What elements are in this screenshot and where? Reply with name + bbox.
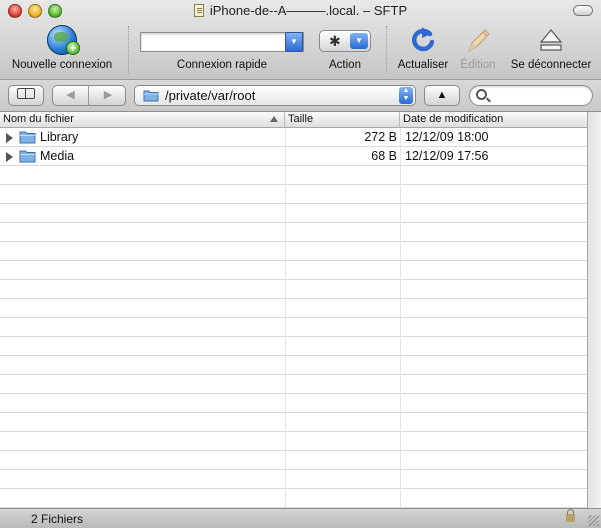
disconnect-button[interactable]: Se déconnecter: [506, 22, 596, 78]
new-connection-label: Nouvelle connexion: [11, 59, 113, 71]
toolbar-separator: [386, 26, 387, 74]
back-forward-control: ◀ ▶: [52, 85, 126, 106]
edit-button[interactable]: Édition: [456, 22, 500, 78]
file-size: 272 B: [364, 130, 397, 144]
gear-icon: ✱: [329, 33, 341, 49]
column-header-size[interactable]: Taille: [285, 112, 400, 128]
parent-directory-button[interactable]: ▲: [424, 85, 460, 106]
edit-label: Édition: [460, 59, 496, 71]
table-header: Nom du fichier Taille Date de modificati…: [0, 112, 587, 128]
column-size-label: Taille: [288, 113, 314, 125]
forward-button[interactable]: ▶: [90, 86, 126, 105]
search-field[interactable]: [469, 85, 593, 106]
folder-icon: [19, 131, 36, 144]
title-bar[interactable]: iPhone-de--A———.local. – SFTP: [0, 0, 601, 22]
file-size: 68 B: [371, 149, 397, 163]
plus-badge-icon: +: [66, 41, 80, 55]
action-label: Action: [329, 59, 361, 71]
table-row[interactable]: Library 272 B 12/12/09 18:00: [0, 128, 587, 147]
column-header-name[interactable]: Nom du fichier: [0, 112, 285, 128]
file-list[interactable]: Nom du fichier Taille Date de modificati…: [0, 112, 587, 508]
status-text: 2 Fichiers: [31, 512, 84, 526]
action-menu-button[interactable]: ✱ ▼: [319, 30, 371, 52]
pencil-icon: [468, 29, 490, 53]
window-title-wrap: iPhone-de--A———.local. – SFTP: [0, 3, 601, 18]
navigation-bar: ◀ ▶ /private/var/root ▲ ▼ ▲: [0, 80, 601, 112]
back-button[interactable]: ◀: [53, 86, 89, 105]
toolbar-toggle-button[interactable]: [573, 5, 593, 16]
up-down-arrows-icon: ▲ ▼: [399, 87, 413, 104]
refresh-label: Actualiser: [397, 59, 449, 71]
chevron-down-icon: ▼: [350, 33, 368, 49]
file-name: Media: [40, 149, 75, 163]
disclosure-triangle-icon[interactable]: [6, 152, 13, 162]
eject-icon: [539, 29, 563, 51]
document-icon: [193, 4, 204, 17]
quick-connect-label: Connexion rapide: [176, 59, 268, 71]
column-name-label: Nom du fichier: [3, 113, 74, 125]
search-icon: [476, 89, 487, 100]
disclosure-triangle-icon[interactable]: [6, 133, 13, 143]
resize-handle[interactable]: [588, 515, 599, 526]
file-date: 12/12/09 18:00: [405, 130, 489, 144]
quick-connect-input[interactable]: [140, 32, 304, 52]
quick-connect-dropdown-button[interactable]: ▼: [285, 32, 303, 52]
toolbar: + Nouvelle connexion Connexion rapide ▼ …: [0, 22, 601, 80]
table-row[interactable]: Media 68 B 12/12/09 17:56: [0, 147, 587, 166]
window-chrome: iPhone-de--A———.local. – SFTP + Nouvelle…: [0, 0, 601, 80]
sort-ascending-icon: [270, 116, 278, 122]
status-bar: 2 Fichiers: [0, 508, 601, 528]
bookmarks-button[interactable]: [8, 85, 44, 106]
refresh-icon: [412, 27, 435, 52]
folder-icon: [143, 90, 159, 102]
column-divider: [400, 128, 401, 508]
disconnect-label: Se déconnecter: [510, 59, 592, 71]
column-divider: [285, 128, 286, 508]
folder-icon: [19, 150, 36, 163]
book-icon: [17, 88, 35, 99]
file-date: 12/12/09 17:56: [405, 149, 489, 163]
toolbar-separator: [128, 26, 129, 74]
lock-icon: [566, 509, 575, 522]
current-path: /private/var/root: [165, 88, 256, 103]
column-date-label: Date de modification: [403, 113, 504, 125]
vertical-scrollbar[interactable]: [587, 112, 601, 508]
path-popup[interactable]: /private/var/root ▲ ▼: [134, 85, 416, 106]
refresh-button[interactable]: Actualiser: [392, 22, 454, 78]
sftp-window: iPhone-de--A———.local. – SFTP + Nouvelle…: [0, 0, 601, 528]
window-title: iPhone-de--A———.local. – SFTP: [209, 3, 408, 18]
table-rows: Library 272 B 12/12/09 18:00 Media 68 B …: [0, 128, 587, 508]
column-header-date[interactable]: Date de modification: [400, 112, 587, 128]
file-name: Library: [40, 130, 79, 144]
new-connection-button[interactable]: + Nouvelle connexion: [4, 22, 120, 78]
